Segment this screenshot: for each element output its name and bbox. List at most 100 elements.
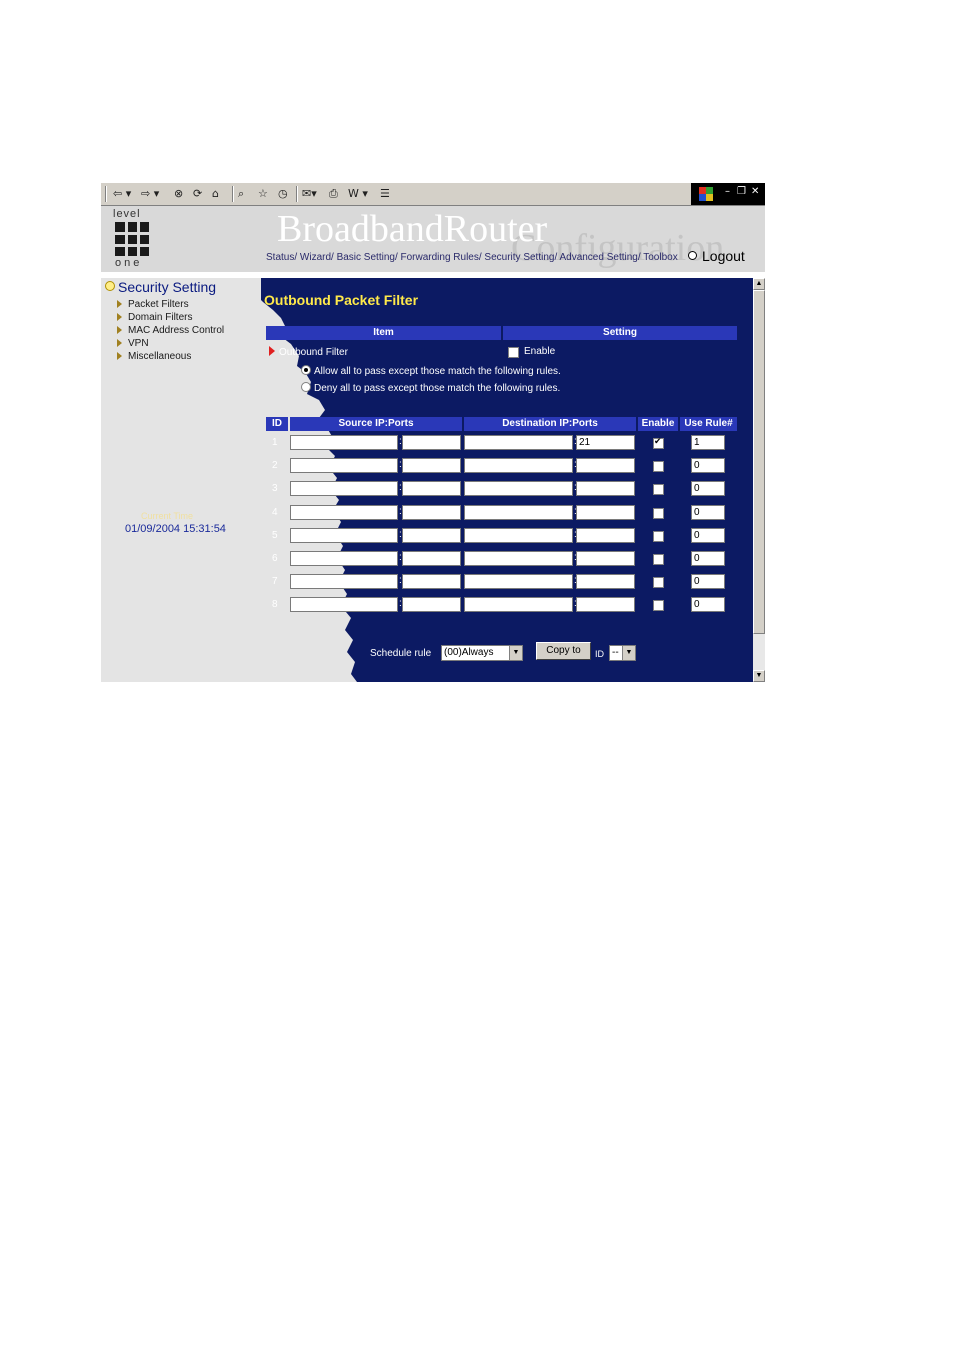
destination-ip-input[interactable] [464, 481, 573, 497]
destination-port-input[interactable] [576, 504, 635, 520]
destination-port-input[interactable] [576, 458, 635, 474]
deny-radio[interactable] [301, 382, 311, 392]
row-enable-checkbox[interactable] [653, 484, 664, 496]
source-ip-input[interactable] [290, 527, 398, 543]
discuss-icon[interactable]: ☰ [380, 187, 390, 201]
copy-to-button[interactable]: Copy to [536, 642, 591, 660]
sidebar-item-miscellaneous[interactable]: Miscellaneous [117, 351, 191, 362]
row-enable-checkbox[interactable] [653, 554, 664, 565]
row-enable-checkbox[interactable] [653, 577, 664, 589]
logo-bottom-text: one [115, 257, 143, 269]
destination-ip-input[interactable] [464, 504, 573, 520]
destination-port-input[interactable] [576, 551, 635, 566]
scroll-up-icon[interactable]: ▲ [753, 278, 765, 290]
restore-icon[interactable]: ❐ [737, 186, 746, 197]
use-rule-input[interactable]: 0 [691, 504, 725, 520]
search-icon[interactable]: ⌕ [238, 187, 244, 201]
destination-port-input[interactable]: 21 [576, 435, 635, 450]
use-rule-input[interactable]: 0 [691, 574, 725, 590]
source-ip-input[interactable] [290, 435, 398, 450]
row-enable-checkbox[interactable] [653, 530, 664, 542]
outbound-filter-text: Outbound Filter [279, 347, 348, 358]
source-ip-input[interactable] [290, 458, 398, 474]
col-id-header: ID [266, 417, 288, 431]
copy-id-select[interactable]: -- ▼ [609, 645, 636, 661]
destination-port-input[interactable] [576, 597, 635, 613]
minimize-icon[interactable]: – [725, 186, 730, 197]
sidebar-item-mac-address-control[interactable]: MAC Address Control [117, 325, 224, 336]
source-port-input[interactable] [402, 504, 461, 520]
scroll-thumb[interactable] [753, 290, 765, 634]
sidebar-title[interactable]: Security Setting [105, 279, 216, 295]
print-icon[interactable]: ⎙ [329, 187, 338, 201]
use-rule-input[interactable]: 0 [691, 458, 725, 474]
allow-radio-option[interactable]: Allow all to pass except those match the… [301, 365, 561, 377]
edit-icon[interactable]: W ▾ [348, 187, 368, 201]
source-port-input[interactable] [402, 551, 461, 566]
sidebar-item-packet-filters[interactable]: Packet Filters [117, 299, 189, 310]
row-id: 4 [272, 506, 278, 518]
forward-icon[interactable]: ⇨ ▾ [141, 187, 159, 201]
source-ip-input[interactable] [290, 551, 398, 566]
destination-ip-input[interactable] [464, 527, 573, 543]
current-time-value: 01/09/2004 15:31:54 [125, 523, 226, 535]
source-ip-input[interactable] [290, 504, 398, 520]
use-rule-input[interactable]: 0 [691, 597, 725, 613]
source-ip-input[interactable] [290, 597, 398, 613]
row-id: 7 [272, 576, 278, 588]
enable-filter-checkbox[interactable] [508, 347, 519, 358]
sidebar-item-label: VPN [128, 338, 149, 349]
allow-radio[interactable] [301, 365, 311, 375]
destination-port-input[interactable] [576, 527, 635, 543]
destination-ip-input[interactable] [464, 458, 573, 474]
logout-link[interactable]: Logout [688, 248, 745, 264]
arrow-icon [117, 300, 122, 308]
source-port-input[interactable] [402, 574, 461, 590]
deny-radio-option[interactable]: Deny all to pass except those match the … [301, 382, 560, 394]
row-enable-checkbox[interactable] [653, 436, 664, 449]
source-port-input[interactable] [402, 458, 461, 474]
destination-ip-input[interactable] [464, 435, 573, 450]
use-rule-input[interactable]: 1 [691, 435, 725, 450]
favorites-icon[interactable]: ☆ [258, 187, 268, 201]
enable-label: Enable [524, 346, 556, 357]
row-enable-checkbox[interactable] [653, 461, 664, 473]
close-icon[interactable]: ✕ [751, 186, 759, 197]
destination-port-input[interactable] [576, 574, 635, 590]
scroll-down-icon[interactable]: ▼ [753, 670, 765, 682]
vertical-scrollbar[interactable]: ▲ ▼ [753, 278, 765, 682]
destination-ip-input[interactable] [464, 574, 573, 590]
windows-logo-icon [699, 187, 713, 201]
row-enable-checkbox[interactable] [653, 507, 664, 519]
source-port-input[interactable] [402, 435, 461, 450]
refresh-icon[interactable]: ⟳ [193, 187, 202, 201]
top-nav-links[interactable]: Status/ Wizard/ Basic Setting/ Forwardin… [266, 252, 678, 263]
source-port-input[interactable] [402, 597, 461, 613]
row-id: 6 [272, 553, 278, 564]
row-id: 3 [272, 483, 278, 495]
destination-port-input[interactable] [576, 481, 635, 497]
sidebar-item-domain-filters[interactable]: Domain Filters [117, 312, 192, 323]
schedule-rule-select[interactable]: (00)Always ▼ [441, 645, 523, 661]
sidebar-item-vpn[interactable]: VPN [117, 338, 149, 349]
use-rule-input[interactable]: 0 [691, 527, 725, 543]
source-ip-input[interactable] [290, 574, 398, 590]
copy-id-value: -- [612, 647, 619, 658]
row-enable-checkbox[interactable] [653, 600, 664, 612]
content-area: Security Setting Packet Filters Domain F… [101, 278, 753, 682]
arrow-icon [117, 326, 122, 334]
destination-ip-input[interactable] [464, 597, 573, 613]
source-port-input[interactable] [402, 527, 461, 543]
source-ip-input[interactable] [290, 481, 398, 497]
mail-icon[interactable]: ✉▾ [302, 187, 317, 201]
home-icon[interactable]: ⌂ [212, 187, 219, 201]
back-icon[interactable]: ⇦ ▾ [113, 187, 131, 201]
stop-icon[interactable]: ⊗ [174, 187, 183, 201]
source-port-input[interactable] [402, 481, 461, 497]
destination-ip-input[interactable] [464, 551, 573, 566]
use-rule-input[interactable]: 0 [691, 551, 725, 566]
row-id: 1 [272, 437, 278, 448]
use-rule-input[interactable]: 0 [691, 481, 725, 497]
history-icon[interactable]: ◷ [278, 187, 288, 201]
dropdown-arrow-icon: ▼ [622, 646, 635, 660]
